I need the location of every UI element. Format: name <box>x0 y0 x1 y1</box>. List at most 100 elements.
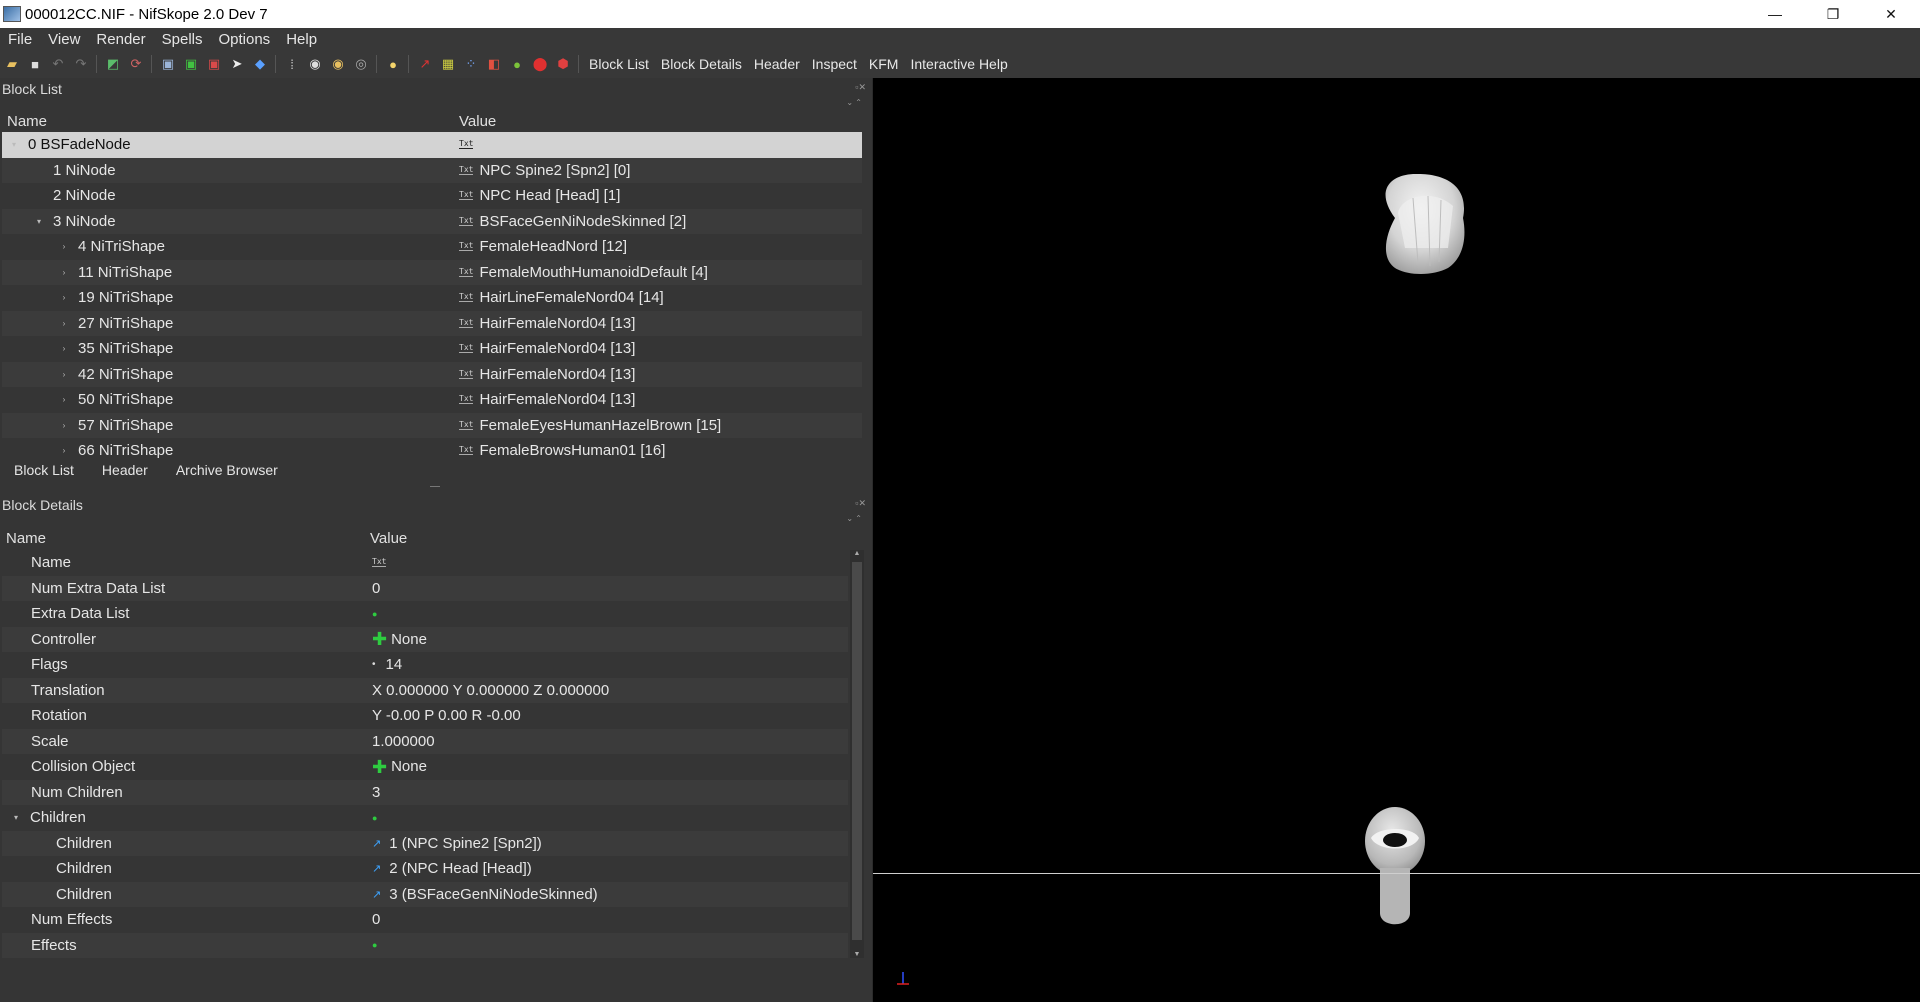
tab-header[interactable]: Header <box>88 456 162 484</box>
detail-row[interactable]: ▾ Children ● <box>2 805 848 831</box>
name-column-header[interactable]: Name <box>2 113 454 130</box>
block-list-row[interactable]: › 27 NiTriShape Txt HairFemaleNord04 [13] <box>2 310 862 336</box>
menu-options[interactable]: Options <box>210 31 278 48</box>
render-viewport[interactable] <box>873 78 1920 1002</box>
axes-icon[interactable]: ↗ <box>416 55 434 73</box>
block-list-row[interactable]: › 42 NiTriShape Txt HairFemaleNord04 [13] <box>2 361 862 387</box>
top-view-icon[interactable]: ▣ <box>205 55 223 73</box>
dock-float-close-icon[interactable]: ▫✕ <box>855 82 866 93</box>
detail-row[interactable]: Translation X 0.000000 Y 0.000000 Z 0.000… <box>2 677 848 703</box>
reset-view-icon[interactable]: ⟳ <box>127 55 145 73</box>
redo-icon[interactable]: ↷ <box>72 55 90 73</box>
expand-toggle-icon[interactable]: › <box>58 242 70 251</box>
tab-block-list[interactable]: Block List <box>0 456 88 484</box>
open-icon[interactable]: ▰ <box>3 55 21 73</box>
scroll-thumb[interactable] <box>852 562 862 940</box>
expand-toggle-icon[interactable]: ▾ <box>33 217 45 226</box>
front-view-icon[interactable]: ▣ <box>159 55 177 73</box>
expand-toggle-icon[interactable]: › <box>58 395 70 404</box>
detail-row[interactable]: Extra Data List ● <box>2 601 848 627</box>
expand-toggle-icon[interactable]: › <box>58 293 70 302</box>
block-list-row[interactable]: › 19 NiTriShape Txt HairLineFemaleNord04 [1… <box>2 285 862 311</box>
detail-row[interactable]: Num Effects 0 <box>2 907 848 933</box>
scroll-up-icon[interactable]: ▲ <box>850 550 864 557</box>
kfm-button[interactable]: KFM <box>863 56 905 72</box>
detail-row[interactable]: Collision Object ✚ None <box>2 754 848 780</box>
cube-view-icon[interactable]: ◆ <box>251 55 269 73</box>
detail-row[interactable]: Flags • 14 <box>2 652 848 678</box>
collision-icon[interactable]: ⬤ <box>531 55 549 73</box>
block-link-icon[interactable]: ↗ <box>372 888 381 901</box>
detail-row[interactable]: Scale 1.000000 <box>2 728 848 754</box>
minimize-button[interactable]: — <box>1746 0 1804 28</box>
show-markers-icon[interactable]: ◉ <box>329 55 347 73</box>
block-link-icon[interactable]: ↗ <box>372 862 381 875</box>
load-view-icon[interactable]: ◩ <box>104 55 122 73</box>
grid-icon[interactable]: ▦ <box>439 55 457 73</box>
detail-row[interactable]: Num Children 3 <box>2 779 848 805</box>
expand-toggle-icon[interactable]: › <box>58 319 70 328</box>
detail-row[interactable]: Effects ● <box>2 932 848 958</box>
block-list-button[interactable]: Block List <box>583 56 655 72</box>
detail-row[interactable]: Rotation Y -0.00 P 0.00 R -0.00 <box>2 703 848 729</box>
nodes-icon[interactable]: ⁘ <box>462 55 480 73</box>
tab-archive-browser[interactable]: Archive Browser <box>162 456 292 484</box>
textures-icon[interactable]: ◧ <box>485 55 503 73</box>
hair-mesh-top[interactable] <box>1385 173 1465 274</box>
expand-toggle-icon[interactable]: ▾ <box>8 140 20 149</box>
expand-toggle-icon[interactable]: › <box>58 344 70 353</box>
block-list-row[interactable]: › 11 NiTriShape Txt FemaleMouthHumanoidDefa… <box>2 259 862 285</box>
menu-view[interactable]: View <box>40 31 88 48</box>
shaders-icon[interactable]: ● <box>508 55 526 73</box>
head-mesh-bottom[interactable] <box>1365 807 1425 925</box>
collapse-arrows-icon[interactable]: ⌄ ⌃ <box>846 98 862 107</box>
block-details-tree[interactable]: Name Value Name Txt Num Extra Data List 0 Ex… <box>2 526 864 958</box>
collapse-arrows-icon[interactable]: ⌄ ⌃ <box>846 514 862 523</box>
bones-icon[interactable]: ⁞ <box>283 55 301 73</box>
constraints-icon[interactable]: ⬢ <box>554 55 572 73</box>
menu-file[interactable]: File <box>0 31 40 48</box>
panel-splitter[interactable] <box>0 484 872 494</box>
header-button[interactable]: Header <box>748 56 806 72</box>
block-list-row[interactable]: 1 NiNode Txt NPC Spine2 [Spn2] [0] <box>2 157 862 183</box>
side-view-icon[interactable]: ▣ <box>182 55 200 73</box>
value-column-header[interactable]: Value <box>454 113 496 130</box>
menu-spells[interactable]: Spells <box>154 31 211 48</box>
detail-row[interactable]: Children ↗ 1 (NPC Spine2 [Spn2]) <box>2 830 848 856</box>
value-column-header[interactable]: Value <box>370 530 407 547</box>
block-details-button[interactable]: Block Details <box>655 56 748 72</box>
interactive-help-button[interactable]: Interactive Help <box>904 56 1013 72</box>
menu-help[interactable]: Help <box>278 31 325 48</box>
detail-row[interactable]: Num Extra Data List 0 <box>2 575 848 601</box>
show-hidden-icon[interactable]: ◉ <box>306 55 324 73</box>
detail-row[interactable]: Name Txt <box>2 550 848 576</box>
show-nodes-icon[interactable]: ◎ <box>352 55 370 73</box>
expand-toggle-icon[interactable]: › <box>58 446 70 455</box>
menu-render[interactable]: Render <box>88 31 153 48</box>
lighting-icon[interactable]: ● <box>384 55 402 73</box>
block-link-icon[interactable]: ↗ <box>372 837 381 850</box>
details-scrollbar[interactable]: ▲ ▼ <box>850 550 864 958</box>
expand-toggle-icon[interactable]: ▾ <box>10 813 22 822</box>
add-link-icon[interactable]: ✚ <box>372 630 387 648</box>
block-list-row[interactable]: › 57 NiTriShape Txt FemaleEyesHumanHazelBro… <box>2 412 862 438</box>
block-list-row[interactable]: › 4 NiTriShape Txt FemaleHeadNord [12] <box>2 234 862 260</box>
add-link-icon[interactable]: ✚ <box>372 758 387 776</box>
block-list-row[interactable]: ▾ 3 NiNode Txt BSFaceGenNiNodeSkinned [2] <box>2 208 862 234</box>
expand-toggle-icon[interactable]: › <box>58 421 70 430</box>
detail-row[interactable]: Children ↗ 2 (NPC Head [Head]) <box>2 856 848 882</box>
name-column-header[interactable]: Name <box>2 530 370 547</box>
block-list-row[interactable]: ▾ 0 BSFadeNode Txt <box>2 132 862 158</box>
inspect-button[interactable]: Inspect <box>806 56 863 72</box>
undo-icon[interactable]: ↶ <box>49 55 67 73</box>
save-icon[interactable]: ■ <box>26 55 44 73</box>
expand-toggle-icon[interactable]: › <box>58 268 70 277</box>
detail-row[interactable]: Controller ✚ None <box>2 626 848 652</box>
dock-float-close-icon[interactable]: ▫✕ <box>855 498 866 509</box>
restore-button[interactable]: ❐ <box>1804 0 1862 28</box>
select-icon[interactable]: ➤ <box>228 55 246 73</box>
block-list-row[interactable]: 2 NiNode Txt NPC Head [Head] [1] <box>2 183 862 209</box>
scroll-down-icon[interactable]: ▼ <box>850 951 864 958</box>
close-button[interactable]: ✕ <box>1862 0 1920 28</box>
block-list-tree[interactable]: Name Value ▾ 0 BSFadeNode Txt 1 NiNode Txt NP… <box>2 110 862 459</box>
